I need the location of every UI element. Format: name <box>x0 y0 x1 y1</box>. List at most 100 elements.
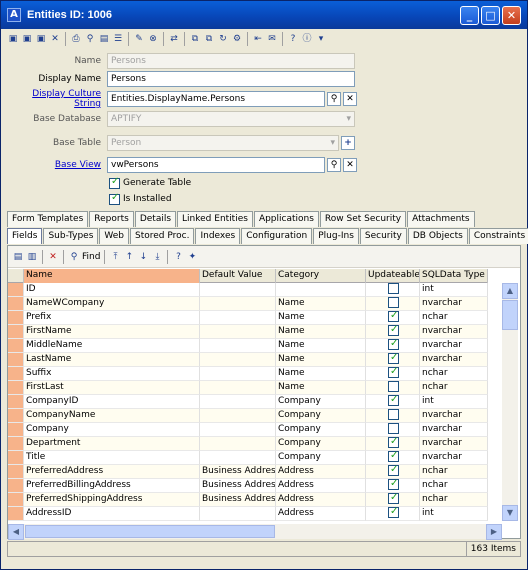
row-selector[interactable] <box>8 465 24 479</box>
info-icon[interactable]: ⓘ <box>301 33 313 45</box>
table-row[interactable]: FirstLast Name nchar <box>8 381 488 395</box>
column-header-sqldata-type[interactable]: SQLData Type <box>420 269 488 283</box>
updateable-checkbox[interactable] <box>388 367 399 378</box>
gear-icon[interactable]: ⚙ <box>231 33 243 45</box>
updateable-checkbox[interactable] <box>388 507 399 518</box>
tab-reports[interactable]: Reports <box>89 211 134 227</box>
tab-fields[interactable]: Fields <box>7 228 43 244</box>
row-selector[interactable] <box>8 367 24 381</box>
tab-details[interactable]: Details <box>134 211 177 227</box>
row-selector[interactable] <box>8 395 24 409</box>
save-and-close-icon[interactable]: ▣ <box>35 33 47 45</box>
cancel-icon[interactable]: ⊗ <box>147 33 159 45</box>
help-icon[interactable]: ? <box>287 33 299 45</box>
row-selector[interactable] <box>8 507 24 521</box>
row-selector[interactable] <box>8 409 24 423</box>
base-view-label[interactable]: Base View <box>11 160 107 170</box>
updateable-checkbox[interactable] <box>388 311 399 322</box>
row-selector[interactable] <box>8 479 24 493</box>
table-row[interactable]: Title Company nvarchar <box>8 451 488 465</box>
help-icon[interactable]: ? <box>172 251 184 263</box>
updateable-checkbox[interactable] <box>388 437 399 448</box>
column-header-category[interactable]: Category <box>276 269 366 283</box>
add-icon[interactable]: + <box>341 136 355 150</box>
table-row[interactable]: Suffix Name nchar <box>8 367 488 381</box>
wizard-icon[interactable]: ✦ <box>186 251 198 263</box>
tab-form-templates[interactable]: Form Templates <box>7 211 89 227</box>
back-icon[interactable]: ⇤ <box>252 33 264 45</box>
column-header-updateable[interactable]: Updateable <box>366 269 420 283</box>
column-header-name[interactable]: Name <box>24 269 200 283</box>
table-row[interactable]: CompanyID Company int <box>8 395 488 409</box>
open-folder-icon[interactable]: ▤ <box>98 33 110 45</box>
base-view-field[interactable]: vwPersons <box>107 157 325 173</box>
tab-web[interactable]: Web <box>99 228 130 244</box>
delete-icon[interactable]: ✕ <box>49 33 61 45</box>
is-installed-checkbox[interactable] <box>109 192 120 205</box>
binoculars-icon[interactable]: ⚲ <box>327 158 341 172</box>
delete-icon[interactable]: ✕ <box>47 251 59 263</box>
generate-table-checkbox[interactable] <box>109 176 120 189</box>
copy-icon[interactable]: ⧉ <box>189 33 201 45</box>
table-row[interactable]: MiddleName Name nvarchar <box>8 339 488 353</box>
tab-attachments[interactable]: Attachments <box>407 211 475 227</box>
table-row[interactable]: CompanyName Company nvarchar <box>8 409 488 423</box>
tab-linked-entities[interactable]: Linked Entities <box>177 211 253 227</box>
minimize-button[interactable]: _ <box>460 6 479 25</box>
print-icon[interactable]: ⎙ <box>70 33 82 45</box>
move-up-icon[interactable]: ↑ <box>123 251 135 263</box>
row-selector[interactable] <box>8 451 24 465</box>
display-name-field[interactable]: Persons <box>107 71 355 87</box>
table-row[interactable]: PreferredAddressBusiness AddressAddress n… <box>8 465 488 479</box>
row-selector[interactable] <box>8 297 24 311</box>
table-row[interactable]: LastName Name nvarchar <box>8 353 488 367</box>
tab-row-set-security[interactable]: Row Set Security <box>319 211 407 227</box>
row-selector[interactable] <box>8 311 24 325</box>
updateable-checkbox[interactable] <box>388 493 399 504</box>
table-row[interactable]: NameWCompany Name nvarchar <box>8 297 488 311</box>
updateable-checkbox[interactable] <box>388 451 399 462</box>
scroll-down-icon[interactable]: ▼ <box>502 505 518 521</box>
toolbar-overflow-icon[interactable]: ▾ <box>315 33 327 45</box>
updateable-checkbox[interactable] <box>388 381 399 392</box>
row-selector[interactable] <box>8 493 24 507</box>
display-culture-label[interactable]: Display Culture String <box>11 89 107 109</box>
row-selector[interactable] <box>8 325 24 339</box>
list-icon[interactable]: ☰ <box>112 33 124 45</box>
tab-indexes[interactable]: Indexes <box>195 228 241 244</box>
row-selector[interactable] <box>8 423 24 437</box>
row-selector[interactable] <box>8 381 24 395</box>
table-row[interactable]: PreferredShippingAddress Business Address… <box>8 493 488 507</box>
row-selector[interactable] <box>8 437 24 451</box>
paste-icon[interactable]: ⧉ <box>203 33 215 45</box>
clear-icon[interactable]: ✕ <box>343 158 357 172</box>
updateable-checkbox[interactable] <box>388 409 399 420</box>
tab-plug-ins[interactable]: Plug-Ins <box>313 228 359 244</box>
updateable-checkbox[interactable] <box>388 325 399 336</box>
refresh-icon[interactable]: ↻ <box>217 33 229 45</box>
new-record-icon[interactable]: ▤ <box>12 251 24 263</box>
open-folder-icon[interactable]: ▥ <box>26 251 38 263</box>
scroll-left-icon[interactable]: ◀ <box>8 523 24 540</box>
tab-configuration[interactable]: Configuration <box>241 228 313 244</box>
save-and-new-icon[interactable]: ▣ <box>21 33 33 45</box>
row-selector[interactable] <box>8 283 24 297</box>
column-header-default-value[interactable]: Default Value <box>200 269 276 283</box>
binoculars-icon[interactable]: ⚲ <box>68 251 80 263</box>
updateable-checkbox[interactable] <box>388 339 399 350</box>
edit-icon[interactable]: ✎ <box>133 33 145 45</box>
updateable-checkbox[interactable] <box>388 283 399 294</box>
updateable-checkbox[interactable] <box>388 465 399 476</box>
move-top-icon[interactable]: ⤒ <box>109 251 121 263</box>
find-icon[interactable]: ⚲ <box>84 33 96 45</box>
row-selector[interactable] <box>8 353 24 367</box>
table-row[interactable]: Department Company nvarchar <box>8 437 488 451</box>
clear-icon[interactable]: ✕ <box>343 92 357 106</box>
tab-sub-types[interactable]: Sub-Types <box>43 228 99 244</box>
find-label[interactable]: Find <box>82 252 100 262</box>
note-icon[interactable]: ✉ <box>266 33 278 45</box>
row-selector[interactable] <box>8 339 24 353</box>
vertical-scrollbar[interactable]: ▲ ▼ <box>502 283 518 521</box>
table-row[interactable]: Company Company nvarchar <box>8 423 488 437</box>
tab-db-objects[interactable]: DB Objects <box>407 228 468 244</box>
